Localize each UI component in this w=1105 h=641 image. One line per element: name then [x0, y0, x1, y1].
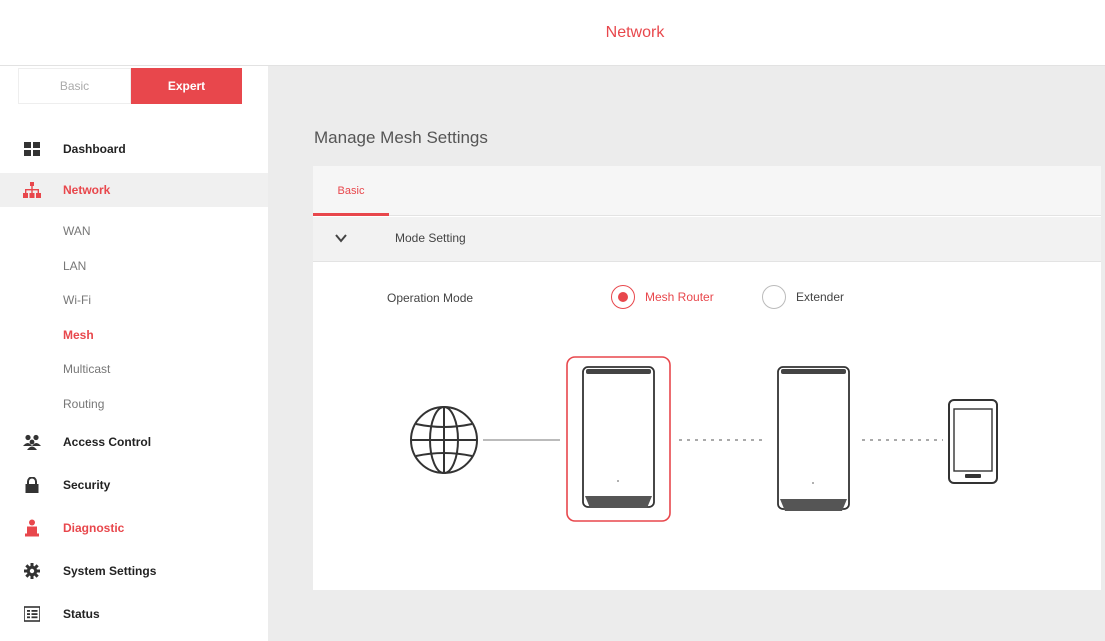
mesh-router-radio[interactable]: Mesh Router: [611, 284, 714, 310]
mesh-settings-panel: Basic Mode Setting Operation Mode Mesh R…: [313, 166, 1101, 590]
mesh-router-device: [566, 356, 671, 522]
radio-unchecked-indicator: [762, 285, 786, 309]
main-content: Manage Mesh Settings Basic Mode Setting …: [268, 66, 1105, 641]
radio-label: Extender: [796, 290, 845, 304]
dashboard-grid-icon: [23, 140, 41, 158]
subnav-item-multicast[interactable]: Multicast: [63, 362, 110, 376]
lock-icon: [23, 476, 41, 494]
radio-checked-indicator: [611, 285, 635, 309]
gear-icon: [23, 562, 41, 580]
sidebar-item-label: Network: [63, 183, 111, 197]
sidebar: Basic Expert Dashboard Network WAN LAN W…: [0, 66, 268, 641]
sidebar-item-diagnostic[interactable]: Diagnostic: [0, 511, 268, 545]
radio-label: Mesh Router: [645, 290, 714, 304]
sidebar-item-label: Security: [63, 478, 111, 492]
status-list-icon: [23, 605, 41, 623]
sidebar-item-label: System Settings: [63, 564, 157, 578]
extender-radio[interactable]: Extender: [762, 284, 844, 310]
operation-mode-label: Operation Mode: [387, 291, 474, 305]
sidebar-item-status[interactable]: Status: [0, 597, 268, 631]
users-icon: [23, 433, 41, 451]
mode-toggle: Basic Expert: [18, 68, 242, 104]
top-bar: Network: [0, 0, 1105, 66]
sidebar-item-network[interactable]: Network: [0, 173, 268, 207]
basic-mode-button[interactable]: Basic: [18, 68, 131, 104]
sidebar-item-label: Status: [63, 607, 100, 621]
diagnostic-person-icon: [23, 519, 41, 537]
subnav-item-mesh[interactable]: Mesh: [63, 328, 94, 342]
sidebar-item-system-settings[interactable]: System Settings: [0, 554, 268, 588]
subnav-item-wifi[interactable]: Wi-Fi: [63, 293, 91, 307]
section-title: Mode Setting: [395, 231, 466, 245]
mode-setting-section-header[interactable]: Mode Setting: [313, 217, 1101, 262]
globe-icon: [410, 406, 478, 474]
tab-bar: Basic: [313, 166, 1101, 216]
sidebar-item-security[interactable]: Security: [0, 468, 268, 502]
sidebar-item-access-control[interactable]: Access Control: [0, 425, 268, 459]
smartphone-icon: [948, 399, 998, 484]
sidebar-item-label: Dashboard: [63, 142, 126, 156]
network-topology-icon: [23, 181, 41, 199]
sidebar-item-dashboard[interactable]: Dashboard: [0, 132, 268, 166]
expert-mode-button[interactable]: Expert: [131, 68, 242, 104]
page-title: Manage Mesh Settings: [314, 128, 488, 147]
chevron-down-icon: [333, 230, 349, 246]
sidebar-item-label: Diagnostic: [63, 521, 125, 535]
page-header-title: Network: [605, 24, 665, 41]
subnav-item-lan[interactable]: LAN: [63, 259, 86, 273]
extender-device: [777, 366, 850, 511]
tab-basic[interactable]: Basic: [313, 166, 389, 216]
subnav-item-wan[interactable]: WAN: [63, 224, 91, 238]
subnav-item-routing[interactable]: Routing: [63, 397, 104, 411]
sidebar-item-label: Access Control: [63, 435, 152, 449]
